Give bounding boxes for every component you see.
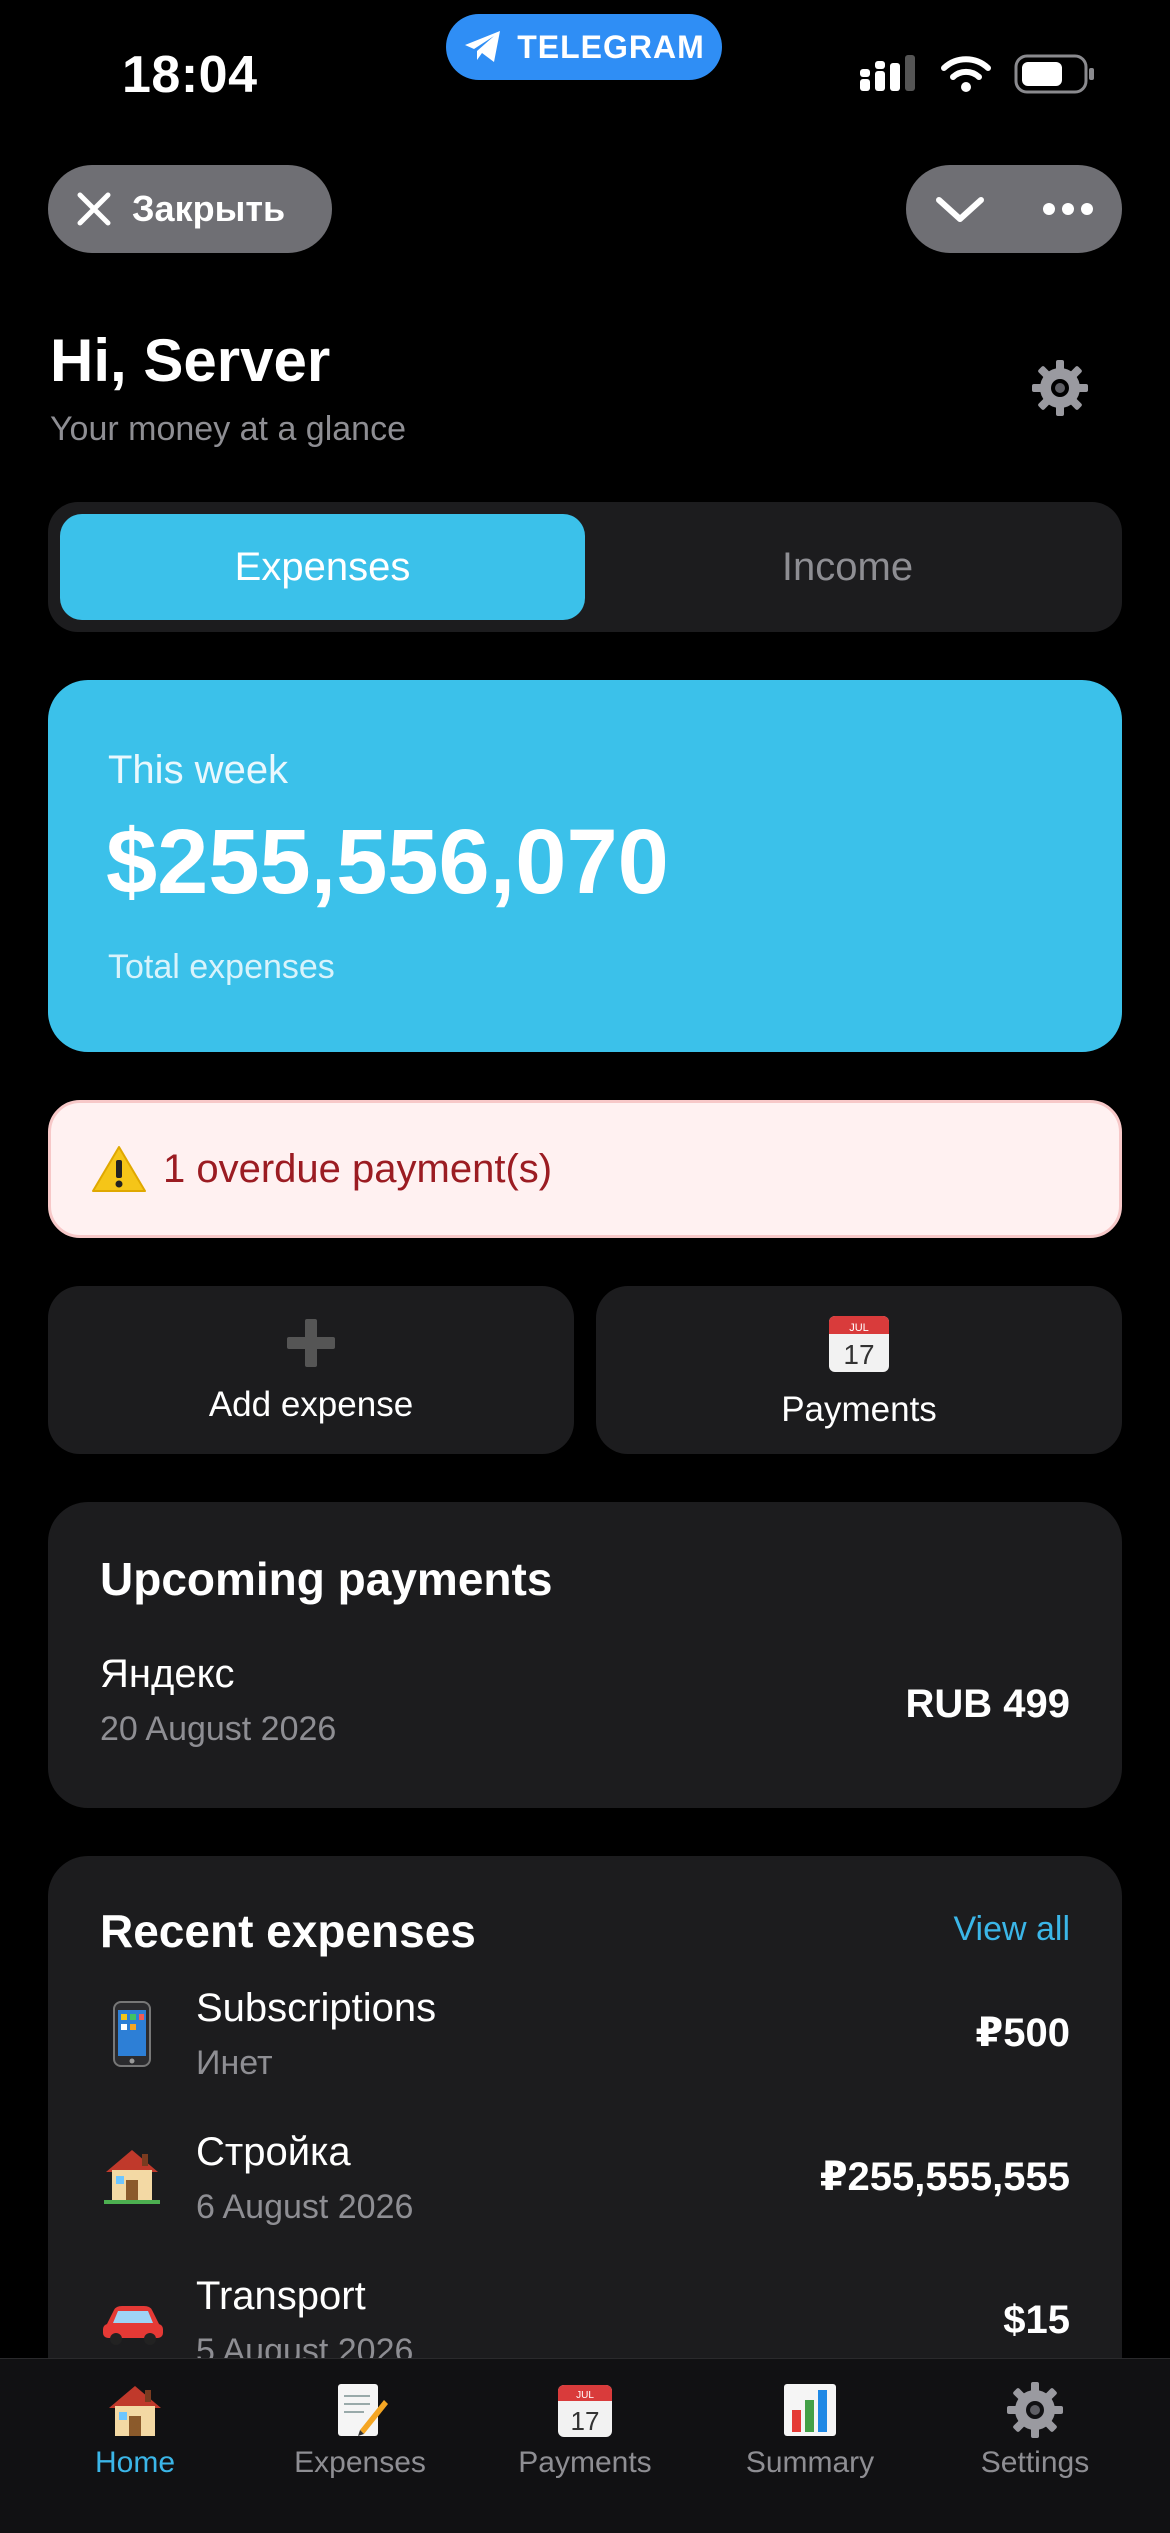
- more-icon[interactable]: [1043, 202, 1093, 216]
- calendar-icon: JUL 17: [829, 1316, 889, 1372]
- close-button[interactable]: Закрыть: [48, 165, 332, 253]
- add-expense-label: Add expense: [208, 1385, 414, 1424]
- expense-amount: $15: [1003, 2298, 1070, 2342]
- upcoming-row[interactable]: Яндекс 20 August 2026 RUB 499: [100, 1652, 1070, 1762]
- nav-summary[interactable]: Summary: [693, 2380, 927, 2480]
- expense-row[interactable]: Subscriptions Инет ₽500: [100, 1986, 1070, 2096]
- svg-text:JUL: JUL: [576, 2390, 594, 2401]
- nav-settings[interactable]: Settings: [918, 2380, 1152, 2480]
- payments-button[interactable]: JUL 17 Payments: [596, 1286, 1122, 1454]
- svg-text:JUL: JUL: [849, 1322, 869, 1334]
- add-expense-button[interactable]: Add expense: [48, 1286, 574, 1454]
- house-icon: [109, 2386, 161, 2436]
- svg-text:17: 17: [843, 1339, 874, 1370]
- phone-icon: [113, 2001, 151, 2067]
- car-icon: [103, 2306, 163, 2345]
- close-icon: [77, 192, 111, 226]
- upcoming-amount: RUB 499: [905, 1682, 1070, 1726]
- week-amount: $255,556,070: [106, 811, 669, 913]
- status-icons: [860, 54, 1096, 94]
- upcoming-name: Яндекс: [100, 1652, 235, 1696]
- upcoming-title: Upcoming payments: [100, 1553, 553, 1605]
- nav-expenses[interactable]: Expenses: [243, 2380, 477, 2480]
- svg-text:17: 17: [571, 2406, 600, 2436]
- overdue-alert[interactable]: 1 overdue payment(s): [48, 1100, 1122, 1238]
- payments-label: Payments: [781, 1390, 937, 1429]
- plus-icon: [287, 1319, 335, 1367]
- nav-label: Summary: [745, 2446, 875, 2479]
- nav-label: Settings: [980, 2446, 1090, 2479]
- recent-title: Recent expenses: [100, 1905, 476, 1957]
- telegram-plane-icon: [465, 31, 501, 62]
- house-icon: [104, 2150, 160, 2204]
- expense-row[interactable]: Стройка 6 August 2026 ₽255,555,555: [100, 2130, 1070, 2240]
- telegram-label: TELEGRAM: [517, 28, 705, 65]
- greeting-title: Hi, Server: [50, 327, 331, 394]
- nav-payments[interactable]: JUL 17 Payments: [468, 2380, 702, 2480]
- memo-icon: [338, 2384, 388, 2436]
- nav-label: Expenses: [294, 2446, 426, 2479]
- overdue-text: 1 overdue payment(s): [163, 1146, 553, 1191]
- calendar-icon: JUL 17: [558, 2385, 612, 2437]
- close-label: Закрыть: [132, 188, 286, 229]
- greeting-subtitle: Your money at a glance: [50, 410, 406, 448]
- battery-icon: [1014, 54, 1094, 94]
- gear-icon: [1007, 2382, 1063, 2438]
- nav-home[interactable]: Home: [18, 2380, 252, 2480]
- status-time: 18:04: [122, 46, 258, 104]
- signal-icon: [860, 55, 915, 91]
- expense-name: Transport: [196, 2274, 366, 2318]
- menu-pill: [906, 165, 1122, 253]
- bar-chart-icon: [784, 2384, 836, 2436]
- expense-sub: 6 August 2026: [196, 2188, 414, 2226]
- view-all-link[interactable]: View all: [953, 1910, 1070, 1949]
- warning-icon: [92, 1146, 146, 1192]
- expense-name: Subscriptions: [196, 1986, 437, 2030]
- upcoming-date: 20 August 2026: [100, 1710, 337, 1748]
- expense-amount: ₽500: [975, 2011, 1070, 2055]
- wifi-icon: [941, 56, 991, 92]
- tab-expenses[interactable]: Expenses: [60, 514, 585, 620]
- chevron-down-icon[interactable]: [935, 194, 985, 224]
- telegram-pill[interactable]: TELEGRAM: [446, 14, 722, 80]
- nav-label: Home: [94, 2446, 176, 2479]
- expense-name: Стройка: [196, 2130, 351, 2174]
- nav-label: Payments: [518, 2446, 652, 2479]
- tab-income[interactable]: Income: [585, 514, 1110, 620]
- gear-icon[interactable]: [1030, 358, 1090, 418]
- week-caption: Total expenses: [108, 948, 335, 986]
- expense-sub: Инет: [196, 2044, 273, 2082]
- expense-amount: ₽255,555,555: [819, 2155, 1070, 2199]
- week-label: This week: [108, 748, 289, 792]
